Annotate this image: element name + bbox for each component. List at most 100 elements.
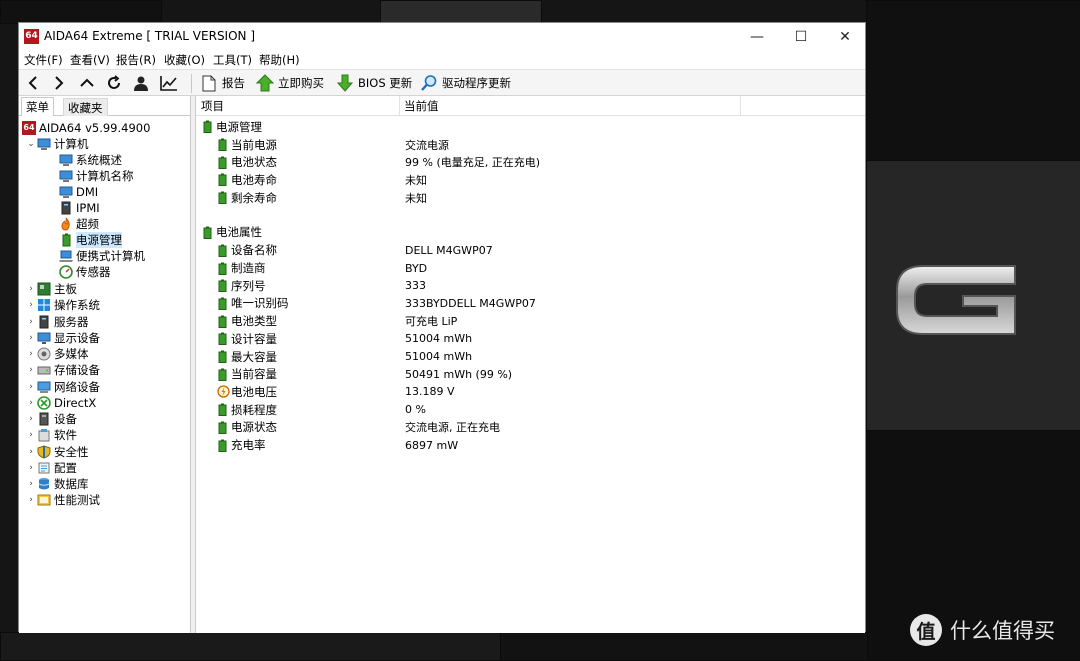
detail-row[interactable]: 损耗程度 <box>217 401 277 418</box>
driver-update-button[interactable]: 驱动程序更新 <box>419 72 511 94</box>
expand-chevron-icon[interactable]: › <box>25 398 37 408</box>
detail-row[interactable]: 制造商 <box>217 260 266 277</box>
title-bar[interactable]: 64 AIDA64 Extreme [ TRIAL VERSION ] — ☐ … <box>19 23 865 50</box>
bios-update-button[interactable]: BIOS 更新 <box>335 72 412 94</box>
column-divider[interactable] <box>740 96 741 115</box>
user-button[interactable] <box>131 72 151 94</box>
benchmark-chart-button[interactable] <box>159 72 179 94</box>
tree-item-devices[interactable]: › 设备 <box>25 411 77 427</box>
tree-item-storage[interactable]: › 存储设备 <box>25 362 100 378</box>
tree-item-benchmark[interactable]: › 性能测试 <box>25 492 100 508</box>
collapse-chevron-icon[interactable]: ⌄ <box>25 139 37 149</box>
tree-item-system-summary[interactable]: 系统概述 <box>59 152 122 168</box>
tree-item-config[interactable]: › 配置 <box>25 460 77 476</box>
panel-tabs: 菜单 收藏夹 <box>19 96 191 116</box>
close-button[interactable]: ✕ <box>823 23 867 50</box>
tree-item-software[interactable]: › 软件 <box>25 427 77 443</box>
detail-label: 充电率 <box>231 438 266 452</box>
detail-row[interactable]: 剩余寿命 <box>217 189 277 206</box>
refresh-button[interactable] <box>104 72 124 94</box>
detail-row[interactable]: 序列号 <box>217 277 266 294</box>
computer-icon <box>59 169 73 183</box>
tab-menu[interactable]: 菜单 <box>21 97 54 116</box>
tree-item-security[interactable]: › 安全性 <box>25 444 88 460</box>
detail-row[interactable]: 电池类型 <box>217 313 277 330</box>
detail-row[interactable]: 当前电源 <box>217 136 277 153</box>
expand-chevron-icon[interactable]: › <box>25 382 37 392</box>
expand-chevron-icon[interactable]: › <box>25 414 37 424</box>
up-button[interactable] <box>77 72 97 94</box>
expand-chevron-icon[interactable]: › <box>25 430 37 440</box>
tree-item-label: 电源管理 <box>76 232 122 248</box>
detail-row[interactable]: 电池寿命 <box>217 171 277 188</box>
tree-item-server[interactable]: › 服务器 <box>25 314 89 330</box>
expand-chevron-icon[interactable]: › <box>25 365 37 375</box>
detail-row[interactable]: 设计容量 <box>217 330 277 347</box>
menu-view[interactable]: 查看(V) <box>70 52 110 68</box>
back-button[interactable] <box>23 72 43 94</box>
tree-item-portable-computer[interactable]: 便携式计算机 <box>59 248 145 264</box>
detail-row[interactable]: 设备名称 <box>217 242 277 259</box>
expand-chevron-icon[interactable]: › <box>25 447 37 457</box>
tree-item-power-management[interactable]: 电源管理 <box>59 232 122 248</box>
tree-item-motherboard[interactable]: › 主板 <box>25 281 77 297</box>
tree-item-database[interactable]: › 数据库 <box>25 476 89 492</box>
detail-label: 电池类型 <box>231 314 277 329</box>
report-button[interactable]: 报告 <box>199 72 245 94</box>
detail-row[interactable]: 电池状态 <box>217 154 277 171</box>
column-divider[interactable] <box>399 96 400 115</box>
menu-report[interactable]: 报告(R) <box>116 52 156 68</box>
battery-icon <box>217 191 228 205</box>
menu-bar: 文件(F) 查看(V) 报告(R) 收藏(O) 工具(T) 帮助(H) <box>19 50 865 69</box>
expand-chevron-icon[interactable]: › <box>25 333 37 343</box>
expand-chevron-icon[interactable]: › <box>25 317 37 327</box>
window-title: AIDA64 Extreme [ TRIAL VERSION ] <box>44 29 256 43</box>
buy-now-button[interactable]: 立即购买 <box>255 72 324 94</box>
tree-root[interactable]: 64 AIDA64 v5.99.4900 <box>22 120 150 136</box>
menu-favorites[interactable]: 收藏(O) <box>164 52 205 68</box>
battery-icon <box>217 332 228 346</box>
tree-item-display[interactable]: › 显示设备 <box>25 330 100 346</box>
column-current-value[interactable]: 当前值 <box>404 98 439 114</box>
tree-item-sensor[interactable]: 传感器 <box>59 264 111 280</box>
detail-row[interactable]: 电池电压 <box>217 383 277 400</box>
maximize-button[interactable]: ☐ <box>779 23 823 50</box>
detail-row[interactable]: 充电率 <box>217 437 266 454</box>
tree-root-label: AIDA64 v5.99.4900 <box>39 121 151 135</box>
tree-item-computer[interactable]: ⌄ 计算机 <box>25 136 88 152</box>
detail-row[interactable]: 最大容量 <box>217 348 277 365</box>
expand-chevron-icon[interactable]: › <box>25 300 37 310</box>
tree-item-network[interactable]: › 网络设备 <box>25 379 100 395</box>
battery-icon <box>217 315 228 328</box>
battery-icon <box>217 244 228 257</box>
background-tile <box>0 0 162 24</box>
expand-chevron-icon[interactable]: › <box>25 284 37 294</box>
tree-item-directx[interactable]: › DirectX <box>25 395 96 411</box>
battery-icon <box>217 439 228 452</box>
expand-chevron-icon[interactable]: › <box>25 495 37 505</box>
menu-help[interactable]: 帮助(H) <box>259 52 300 68</box>
menu-tools[interactable]: 工具(T) <box>213 52 252 68</box>
menu-file[interactable]: 文件(F) <box>24 52 63 68</box>
detail-row[interactable]: 电源状态 <box>217 419 277 436</box>
tree-item-ipmi[interactable]: IPMI <box>59 200 100 216</box>
tab-favorites[interactable]: 收藏夹 <box>63 98 108 116</box>
tree-item-os[interactable]: › 操作系统 <box>25 297 100 313</box>
tree-item-multimedia[interactable]: › 多媒体 <box>25 346 88 362</box>
detail-row[interactable]: 唯一识别码 <box>217 295 289 312</box>
detail-row[interactable]: 当前容量 <box>217 366 277 383</box>
tree-item-label: 服务器 <box>54 315 89 329</box>
column-item[interactable]: 项目 <box>201 98 224 114</box>
expand-chevron-icon[interactable]: › <box>25 349 37 359</box>
tree-item-computer-name[interactable]: 计算机名称 <box>59 168 134 184</box>
detail-value: 可充电 LiP <box>405 315 458 329</box>
expand-chevron-icon[interactable]: › <box>25 463 37 473</box>
tree-item-overclock[interactable]: 超频 <box>59 216 99 232</box>
expand-chevron-icon[interactable]: › <box>25 479 37 489</box>
minimize-button[interactable]: — <box>735 23 779 50</box>
detail-label: 序列号 <box>231 278 266 293</box>
detail-label: 剩余寿命 <box>231 190 277 205</box>
tree-item-dmi[interactable]: DMI <box>59 184 98 200</box>
forward-button[interactable] <box>49 72 69 94</box>
tree-item-label: 数据库 <box>54 477 89 491</box>
